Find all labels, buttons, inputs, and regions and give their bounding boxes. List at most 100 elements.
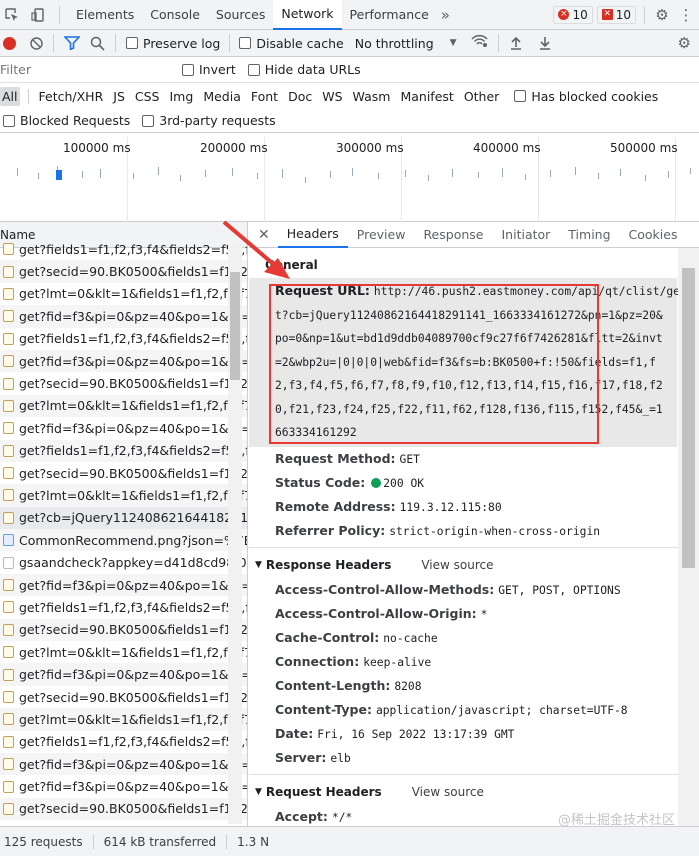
- type-filter-css[interactable]: CSS: [130, 89, 165, 104]
- type-filter-wasm[interactable]: Wasm: [348, 89, 396, 104]
- type-filter-fetch-xhr[interactable]: Fetch/XHR: [27, 88, 109, 104]
- request-row[interactable]: get?fields1=f1,f2,f3,f4&fields2=f51,f5: [0, 731, 247, 753]
- disable-cache-box[interactable]: [239, 37, 252, 49]
- request-row[interactable]: get?lmt=0&klt=1&fields1=f1,f2,f3,f7: [0, 394, 247, 418]
- type-filter-all[interactable]: All: [0, 86, 20, 106]
- response-view-source-link[interactable]: View source: [421, 558, 493, 572]
- type-filter-manifest[interactable]: Manifest: [395, 89, 458, 104]
- request-row[interactable]: get?secid=90.BK0500&fields1=f1,f2,f: [0, 686, 247, 708]
- request-row[interactable]: get?fields1=f1,f2,f3,f4&fields2=f51,f5: [0, 328, 247, 350]
- request-count: 125 requests: [4, 834, 83, 849]
- detail-tab-initiator[interactable]: Initiator: [492, 222, 559, 248]
- request-row[interactable]: CommonRecommend.png?json=%7B: [0, 529, 247, 552]
- record-icon[interactable]: [3, 36, 16, 50]
- type-filter-font[interactable]: Font: [246, 89, 283, 104]
- type-filter-doc[interactable]: Doc: [283, 89, 317, 104]
- request-row[interactable]: get?lmt=0&klt=1&fields1=f1,f2,f3,f7: [0, 283, 247, 305]
- request-row[interactable]: get?fid=f3&pi=0&pz=40&po=1&ut=: [0, 663, 247, 686]
- tab-console[interactable]: Console: [142, 0, 208, 30]
- clear-icon[interactable]: [30, 36, 43, 50]
- request-row[interactable]: get?lmt=0&klt=1&fields1=f1,f2,f3,f7: [0, 708, 247, 731]
- request-row[interactable]: get?fields1=f1,f2,f3,f4&fields2=f51,f5: [0, 238, 247, 260]
- general-title: General: [265, 258, 318, 272]
- request-row[interactable]: get?fid=f3&pi=0&pz=40&po=1&ut=: [0, 349, 247, 373]
- request-name: CommonRecommend.png?json=%7B: [19, 532, 247, 548]
- header-value: keep-alive: [363, 655, 432, 669]
- filter-input[interactable]: [0, 59, 170, 80]
- hide-data-urls-checkbox[interactable]: Hide data URLs: [247, 62, 361, 77]
- type-filter-js[interactable]: JS: [108, 89, 130, 104]
- dropdown-arrow-icon: ▼: [449, 38, 457, 48]
- type-filter-other[interactable]: Other: [459, 89, 505, 104]
- request-method-row: Request Method: GET: [249, 447, 699, 471]
- referrer-policy-row: Referrer Policy: strict-origin-when-cros…: [249, 519, 699, 543]
- request-headers-section-title[interactable]: ▼ Request Headers View source: [249, 779, 699, 805]
- tab-sources[interactable]: Sources: [208, 0, 273, 30]
- request-list-scroll-thumb[interactable]: [230, 272, 240, 380]
- request-row[interactable]: get?fid=f3&pi=0&pz=40&po=1&ut=: [0, 305, 247, 328]
- close-details-icon[interactable]: ✕: [249, 227, 278, 243]
- blocked-requests-box[interactable]: [3, 114, 15, 127]
- more-options-icon[interactable]: ⋮: [677, 6, 695, 24]
- request-row[interactable]: get?cb=jQuery112408621644182911: [0, 506, 247, 530]
- invert-checkbox[interactable]: Invert: [182, 62, 236, 77]
- tab-performance[interactable]: Performance: [342, 0, 437, 30]
- document-file-icon: [3, 556, 14, 569]
- triangle-down-icon: ▼: [255, 786, 262, 797]
- has-blocked-cookies-box[interactable]: [514, 90, 527, 102]
- request-row[interactable]: get?fid=f3&pi=0&pz=40&po=1&ut=: [0, 573, 247, 597]
- preserve-log-checkbox[interactable]: Preserve log: [126, 36, 220, 51]
- throttling-select[interactable]: No throttling ▼: [355, 36, 457, 51]
- third-party-box[interactable]: [142, 114, 155, 127]
- detail-tab-response[interactable]: Response: [414, 222, 492, 248]
- detail-tab-timing[interactable]: Timing: [559, 222, 619, 248]
- hide-data-urls-box[interactable]: [247, 63, 260, 76]
- search-icon[interactable]: [90, 36, 105, 51]
- request-name: get?secid=90.BK0500&fields1=f1,f2,f: [19, 264, 247, 280]
- errors-badge[interactable]: × 10: [553, 5, 593, 24]
- request-row[interactable]: get?fields1=f1,f2,f3,f4&fields2=f51,f5: [0, 439, 247, 462]
- network-settings-gear-icon[interactable]: ⚙: [678, 34, 691, 52]
- request-row[interactable]: get?secid=90.BK0500&fields1=f1,f2,f: [0, 260, 247, 283]
- type-filter-img[interactable]: Img: [165, 89, 199, 104]
- import-har-icon[interactable]: [509, 36, 523, 50]
- request-row[interactable]: get?secid=90.BK0500&fields1=f1,f2,f: [0, 372, 247, 394]
- request-row[interactable]: get?lmt=0&klt=1&fields1=f1,f2,f3,f7: [0, 641, 247, 663]
- request-row[interactable]: get?fid=f3&pi=0&pz=40&po=1&ut=: [0, 775, 247, 797]
- type-filter-ws[interactable]: WS: [317, 89, 347, 104]
- tab-elements[interactable]: Elements: [68, 0, 142, 30]
- device-toolbar-icon[interactable]: [29, 6, 47, 24]
- request-row[interactable]: get?secid=90.BK0500&fields1=f1,f2,f: [0, 462, 247, 484]
- request-row[interactable]: get?lmt=0&klt=1&fields1=f1,f2,f3,f7: [0, 484, 247, 507]
- request-row[interactable]: get?secid=90.BK0500&fields1=f1,f2,f: [0, 618, 247, 642]
- settings-gear-icon[interactable]: ⚙: [653, 6, 671, 24]
- blocked-requests-checkbox[interactable]: Blocked Requests: [3, 113, 130, 128]
- export-har-icon[interactable]: [538, 36, 552, 50]
- response-headers-section-title[interactable]: ▼ Response Headers View source: [249, 552, 699, 578]
- warnings-badge[interactable]: ✕ 10: [596, 5, 636, 24]
- request-row[interactable]: gsaandcheck?appkey=d41d8cd98f00: [0, 551, 247, 573]
- request-row[interactable]: get?fid=f3&pi=0&pz=40&po=1&ut=: [0, 417, 247, 439]
- request-view-source-link[interactable]: View source: [412, 785, 484, 799]
- detail-tab-cookies[interactable]: Cookies: [620, 222, 687, 248]
- network-overview-timeline[interactable]: 100000 ms 200000 ms 300000 ms 400000 ms …: [0, 133, 699, 222]
- invert-box[interactable]: [182, 63, 194, 76]
- detail-tab-headers[interactable]: Headers: [277, 222, 348, 248]
- has-blocked-cookies-checkbox[interactable]: Has blocked cookies: [514, 89, 658, 104]
- request-row[interactable]: get?fields1=f1,f2,f3,f4&fields2=f51,f5: [0, 596, 247, 618]
- request-row[interactable]: get?fid=f3&pi=0&pz=40&po=1&ut=: [0, 752, 247, 776]
- tab-network[interactable]: Network: [273, 0, 342, 30]
- network-conditions-icon[interactable]: [471, 34, 488, 52]
- filter-icon[interactable]: [63, 36, 81, 51]
- inspect-element-icon[interactable]: [3, 6, 21, 24]
- detail-tab-preview[interactable]: Preview: [348, 222, 415, 248]
- timeline-tick: 300000 ms: [336, 141, 404, 155]
- third-party-checkbox[interactable]: 3rd-party requests: [142, 113, 276, 128]
- preserve-log-box[interactable]: [126, 37, 138, 49]
- disable-cache-checkbox[interactable]: Disable cache: [239, 36, 344, 51]
- general-section-title[interactable]: General: [249, 254, 699, 276]
- type-filter-media[interactable]: Media: [198, 89, 246, 104]
- request-row[interactable]: get?secid=90.BK0500&fields1=f1,f2,f: [0, 797, 247, 821]
- details-scroll-thumb[interactable]: [682, 268, 695, 568]
- more-tabs-chevron[interactable]: »: [441, 6, 450, 24]
